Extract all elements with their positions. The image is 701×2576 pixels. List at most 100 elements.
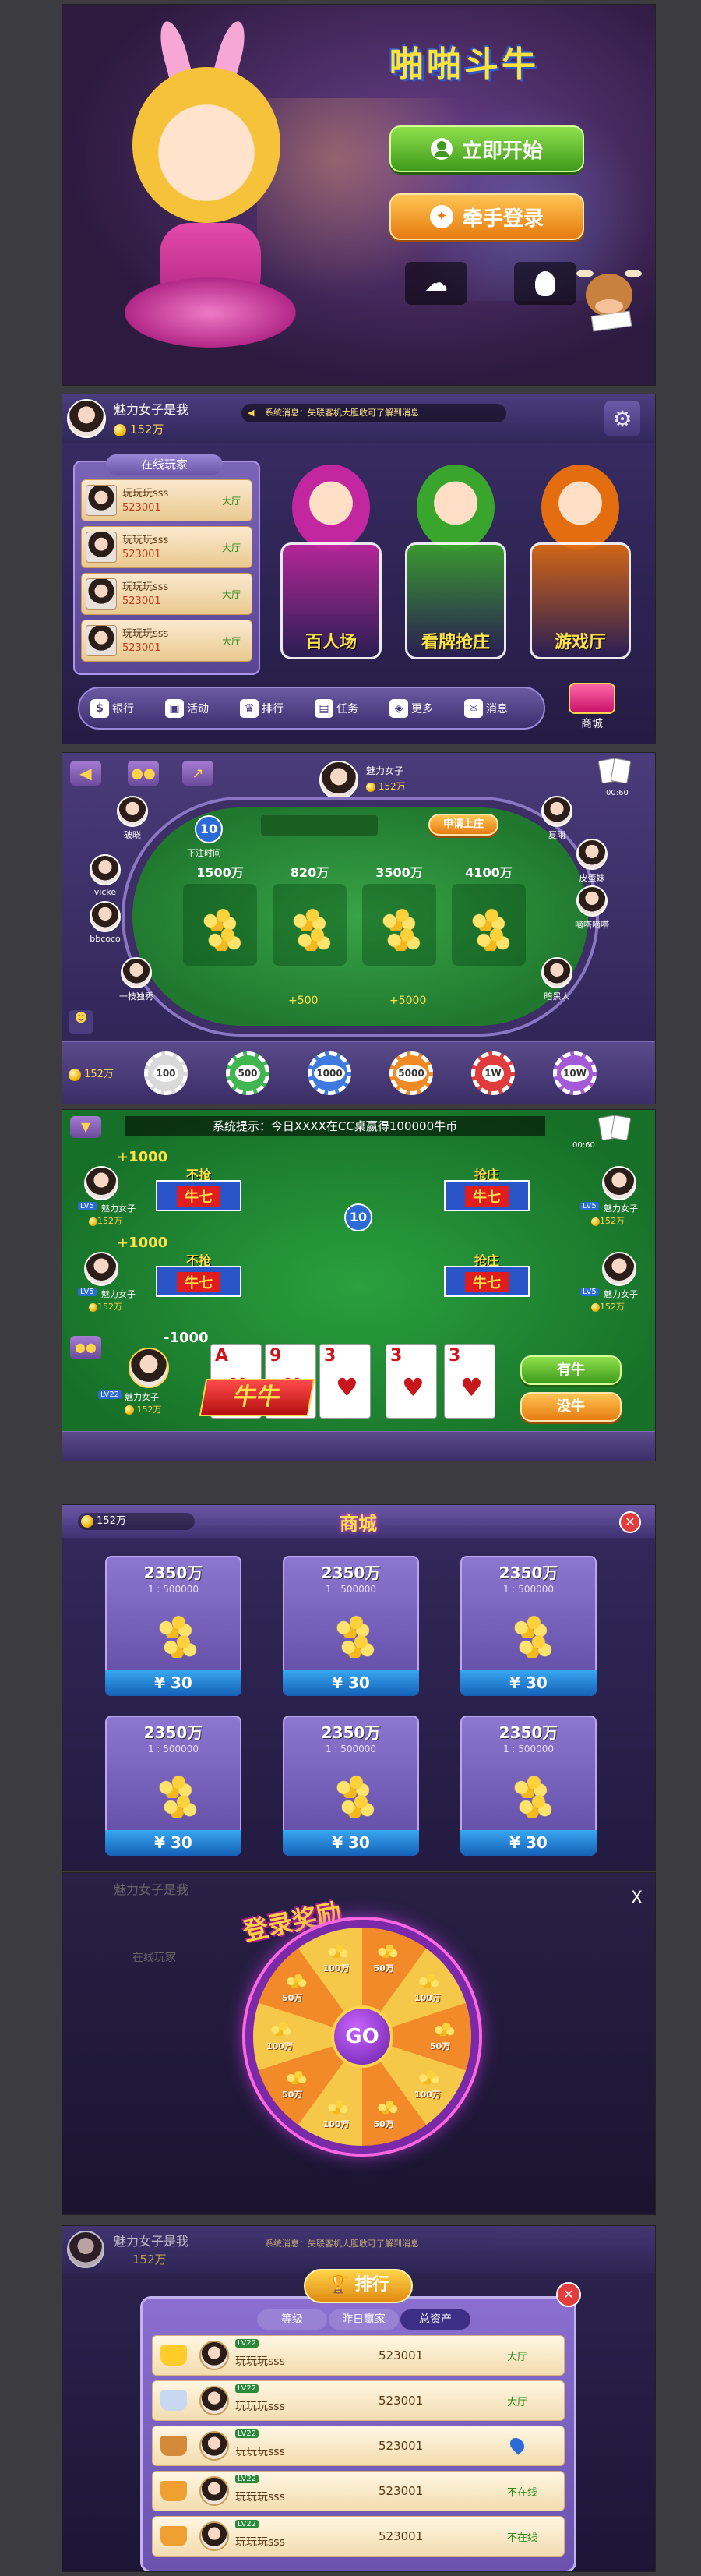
wheel-close-button[interactable]: X (631, 1889, 643, 1908)
my-coins: 152万 (69, 1065, 114, 1081)
crown-icon (160, 2390, 187, 2411)
bet-area[interactable]: 820万 (269, 862, 350, 991)
handshake-icon: ✦ (429, 205, 453, 228)
rank-row[interactable]: LV22 玩玩玩sss 523001 不在线 (152, 2471, 565, 2511)
seat-player[interactable]: 皮蛋妹 (561, 839, 623, 885)
online-title: 在线玩家 (106, 454, 223, 475)
slice-value: 50万 (373, 1963, 394, 1974)
coin-balance: 152万 (114, 421, 164, 437)
online-player-row[interactable]: 玩玩玩sss 523001 大厅 (81, 479, 252, 521)
rank-row[interactable]: LV22 玩玩玩sss 523001 (152, 2426, 565, 2466)
dim-system-message: 系统消息：失联客机大胆收可了解到消息 (265, 2239, 419, 2249)
hand-card[interactable]: 3 ♥ (386, 1344, 437, 1419)
rank-tab[interactable]: 等级 (257, 2309, 327, 2330)
bet-chip[interactable]: 1000 (308, 1051, 351, 1095)
no-bull-button[interactable]: 没牛 (520, 1392, 622, 1422)
nav-item[interactable]: ▤ 任务 (315, 698, 385, 719)
game-mode-card[interactable]: 看牌抢庄 (397, 449, 514, 675)
item-price-button[interactable]: ¥ 30 (283, 1830, 419, 1856)
close-button[interactable]: ✕ (619, 1511, 641, 1533)
game-modes: 百人场 看牌抢庄 游戏厅 (273, 449, 646, 675)
hand-card[interactable]: 3 ♥ (319, 1344, 371, 1419)
hand-card[interactable]: 3 ♥ (444, 1344, 495, 1419)
seat-name: bbcoco (90, 934, 121, 944)
seat-result: 牛七 (444, 1180, 530, 1211)
seat-result: 牛七 (156, 1180, 241, 1211)
card-deck-icon (597, 1115, 639, 1144)
nav-item[interactable]: $ 银行 (90, 698, 160, 719)
item-price-button[interactable]: ¥ 30 (460, 1670, 597, 1696)
coin-icon (591, 1217, 600, 1226)
item-price-button[interactable]: ¥ 30 (105, 1830, 241, 1856)
seat-name: 魅力女子 (604, 1289, 638, 1299)
rank-close-button[interactable]: ✕ (556, 2282, 581, 2307)
seat-player[interactable]: 一枝独秀 (109, 957, 171, 1004)
shop-item[interactable]: 2350万 1 : 500000 ¥ 30 (460, 1556, 597, 1696)
has-bull-button[interactable]: 有牛 (520, 1355, 622, 1385)
card-deck-icon (597, 758, 639, 787)
game-mode-card[interactable]: 游戏厅 (522, 449, 639, 675)
game-mode-card[interactable]: 百人场 (273, 449, 389, 675)
bet-chip[interactable]: 100 (144, 1051, 188, 1095)
online-player-row[interactable]: 玩玩玩sss 523001 大厅 (81, 620, 252, 662)
apply-banker-button[interactable]: 申请上庄 (428, 814, 498, 836)
wechat-button[interactable]: ☁ (405, 262, 467, 305)
item-price-button[interactable]: ¥ 30 (460, 1830, 597, 1856)
shop-item[interactable]: 2350万 1 : 500000 ¥ 30 (283, 1556, 419, 1696)
nav-item[interactable]: ▣ 活动 (165, 698, 235, 719)
item-price-button[interactable]: ¥ 30 (283, 1670, 419, 1696)
rank-tab[interactable]: 总资产 (400, 2309, 470, 2330)
chat-button[interactable]: ●● (128, 761, 159, 786)
online-player-row[interactable]: 玩玩玩sss 523001 大厅 (81, 573, 252, 615)
shop-item[interactable]: 2350万 1 : 500000 ¥ 30 (283, 1716, 419, 1856)
wheel-slice-label: 100万 (262, 2019, 299, 2051)
rank-tab[interactable]: 昨日赢家 (329, 2309, 399, 2330)
shop-button[interactable]: 商城 (561, 675, 631, 733)
back-button[interactable]: ◀ (70, 761, 101, 786)
bet-chip[interactable]: 5000 (389, 1051, 433, 1095)
nav-item[interactable]: ♛ 排行 (240, 698, 310, 719)
rank-id: 523001 (379, 2439, 424, 2453)
rank-row[interactable]: LV22 玩玩玩sss 523001 大厅 (152, 2335, 565, 2376)
menu-button[interactable]: ▼ (70, 1116, 101, 1138)
shop-coins: 152万 (78, 1513, 195, 1530)
shop-item[interactable]: 2350万 1 : 500000 ¥ 30 (105, 1556, 241, 1696)
user-avatar[interactable] (67, 399, 106, 438)
rank-row[interactable]: LV22 玩玩玩sss 523001 不在线 (152, 2516, 565, 2557)
nav-item[interactable]: ◈ 更多 (389, 698, 460, 719)
seat-player[interactable]: 夏雨 (526, 796, 588, 843)
card-rank: 3 (449, 1346, 461, 1366)
online-player-row[interactable]: 玩玩玩sss 523001 大厅 (81, 526, 252, 568)
seat-player[interactable]: 暗黑人 (526, 957, 588, 1004)
settings-button[interactable]: ⚙ (604, 401, 640, 436)
nav-item[interactable]: ✉ 消息 (464, 698, 534, 719)
item-rate: 1 : 500000 (325, 1584, 377, 1595)
seat-player[interactable]: 嘀嗒嘀嗒 (561, 885, 623, 932)
qq-penguin-icon (535, 270, 555, 296)
go-button[interactable]: GO (331, 2005, 393, 2068)
location-pin-icon (507, 2435, 527, 2455)
bet-chip[interactable]: 10W (553, 1051, 597, 1095)
rank-row[interactable]: LV22 玩玩玩sss 523001 大厅 (152, 2380, 565, 2421)
seat-avatar (90, 901, 121, 932)
bet-area[interactable]: 3500万 (358, 862, 440, 991)
player-list-button[interactable]: ☻ (69, 1010, 93, 1034)
bet-chip[interactable]: 1W (471, 1051, 515, 1095)
bet-chip[interactable]: 500 (226, 1051, 269, 1095)
seat-player[interactable]: 破晓 (105, 796, 167, 843)
chat-button[interactable]: ●● (70, 1336, 101, 1359)
start-button[interactable]: 立即开始 (389, 125, 584, 172)
player-name: 玩玩玩sss (122, 488, 169, 500)
bet-area[interactable]: 4100万 (448, 862, 530, 991)
coin-pile-icon (158, 1791, 200, 1818)
wechat-login-button[interactable]: ✦ 牵手登录 (389, 193, 584, 240)
bet-area[interactable]: 1500万 (179, 862, 261, 991)
trend-button[interactable]: ↗ (182, 761, 213, 786)
coin-pile-icon (203, 924, 245, 951)
seat-player[interactable]: bbcoco (78, 901, 140, 948)
item-price-button[interactable]: ¥ 30 (105, 1670, 241, 1696)
shop-item[interactable]: 2350万 1 : 500000 ¥ 30 (105, 1716, 241, 1856)
qq-button[interactable] (514, 262, 576, 305)
seat-player[interactable]: vicke (78, 854, 140, 901)
shop-item[interactable]: 2350万 1 : 500000 ¥ 30 (460, 1716, 597, 1856)
